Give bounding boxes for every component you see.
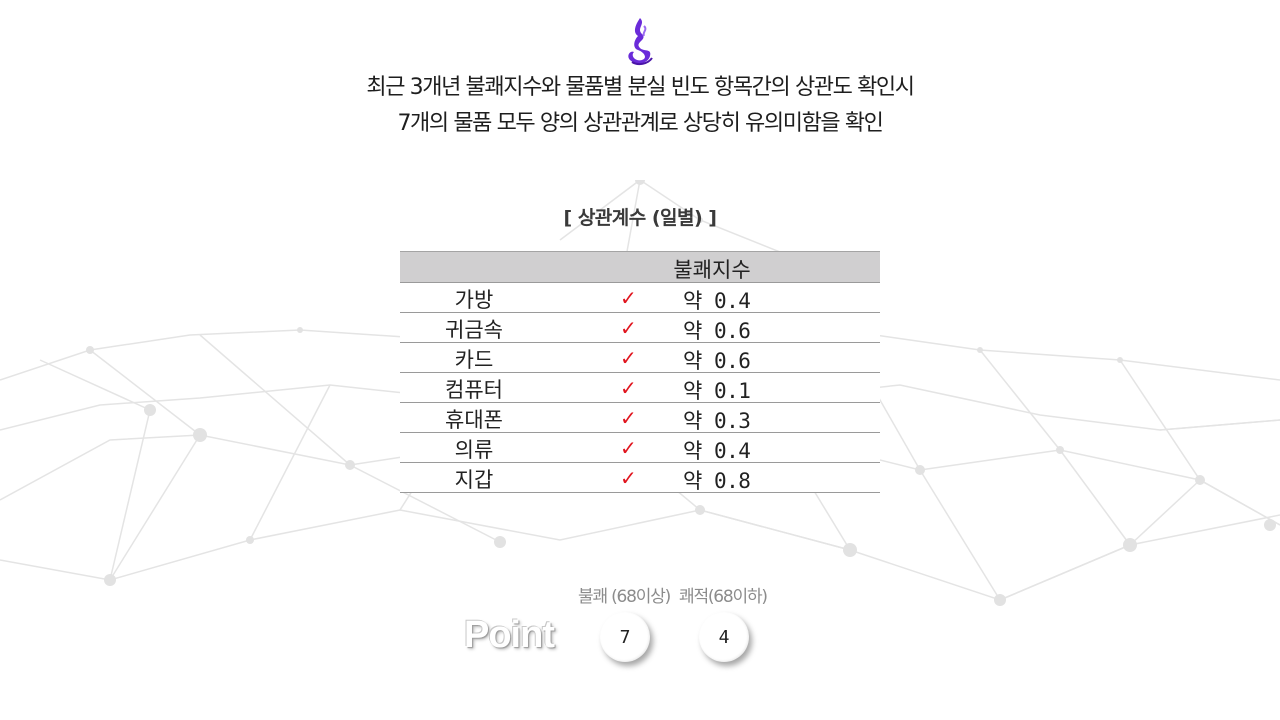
row-value: 약 0.3 bbox=[683, 409, 751, 433]
row-item-label: 의류 bbox=[454, 438, 494, 462]
row-value: 약 0.1 bbox=[683, 379, 751, 403]
row-value: 약 0.4 bbox=[683, 439, 751, 463]
headline-line-2: 7개의 물품 모두 양의 상관관계로 상당히 유의미함을 확인 bbox=[397, 111, 883, 136]
header-label-discomfort-index: 불쾌지수 bbox=[673, 258, 751, 282]
row-item-label: 지갑 bbox=[454, 468, 494, 492]
table-row: 지갑 ✓ 약 0.8 bbox=[400, 463, 880, 493]
correlation-table: 불쾌지수 가방 ✓ 약 0.4 귀금속 ✓ 약 0.6 카드 ✓ 약 0.6 컴… bbox=[400, 251, 880, 493]
table-row: 휴대폰 ✓ 약 0.3 bbox=[400, 403, 880, 433]
row-item-label: 가방 bbox=[454, 288, 494, 312]
table-row: 카드 ✓ 약 0.6 bbox=[400, 343, 880, 373]
discomfort-count-circle: 7 bbox=[600, 612, 650, 662]
point-label: Point bbox=[464, 614, 555, 656]
checkmark-icon: ✓ bbox=[620, 286, 637, 310]
row-value: 약 0.6 bbox=[683, 349, 751, 373]
checkmark-icon: ✓ bbox=[620, 406, 637, 430]
checkmark-icon: ✓ bbox=[620, 346, 637, 370]
comfort-count-circle: 4 bbox=[699, 612, 749, 662]
caption-comfort: 쾌적(68이하) bbox=[679, 587, 768, 607]
purple-flame-icon bbox=[628, 18, 653, 66]
table-row: 가방 ✓ 약 0.4 bbox=[400, 283, 880, 313]
headline-line-1: 최근 3개년 불쾌지수와 물품별 분실 빈도 항목간의 상관도 확인시 bbox=[366, 75, 915, 100]
checkmark-icon: ✓ bbox=[620, 376, 637, 400]
table-header: 불쾌지수 bbox=[400, 251, 880, 283]
row-value: 약 0.4 bbox=[683, 289, 751, 313]
table-row: 의류 ✓ 약 0.4 bbox=[400, 433, 880, 463]
checkmark-icon: ✓ bbox=[620, 316, 637, 340]
row-value: 약 0.8 bbox=[683, 469, 751, 493]
row-item-label: 휴대폰 bbox=[445, 408, 503, 432]
checkmark-icon: ✓ bbox=[620, 466, 637, 490]
table-title: [ 상관계수 (일별) ] bbox=[563, 207, 717, 229]
row-value: 약 0.6 bbox=[683, 319, 751, 343]
table-row: 컴퓨터 ✓ 약 0.1 bbox=[400, 373, 880, 403]
row-item-label: 카드 bbox=[454, 348, 494, 372]
row-item-label: 컴퓨터 bbox=[445, 378, 503, 402]
caption-discomfort: 불쾌 (68이상) bbox=[578, 587, 671, 607]
row-item-label: 귀금속 bbox=[445, 318, 503, 342]
table-row: 귀금속 ✓ 약 0.6 bbox=[400, 313, 880, 343]
checkmark-icon: ✓ bbox=[620, 436, 637, 460]
